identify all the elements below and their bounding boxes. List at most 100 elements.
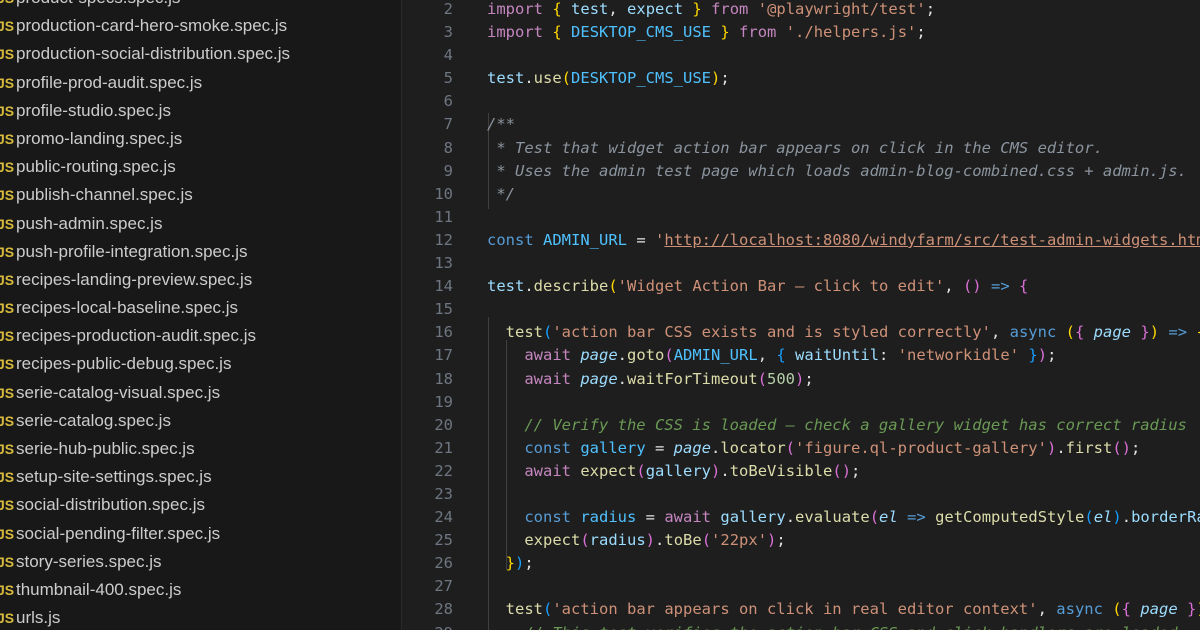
code-line[interactable]: 12 const ADMIN_URL = 'http://localhost:80… — [402, 229, 1200, 252]
file-item[interactable]: JSpromo-landing.spec.js — [0, 125, 401, 153]
file-item[interactable]: JSpublish-channel.spec.js — [0, 181, 401, 209]
code-token: const — [524, 438, 571, 457]
file-item[interactable]: JSsocial-pending-filter.spec.js — [0, 520, 401, 548]
code-line[interactable]: 5 test.use(DESKTOP_CMS_USE); — [402, 67, 1200, 90]
line-text: * Test that widget action bar appears on… — [487, 137, 1103, 160]
file-name: recipes-local-baseline.spec.js — [16, 298, 239, 318]
code-line[interactable]: 11 — [402, 206, 1200, 229]
code-token: = — [627, 230, 656, 249]
line-number: 11 — [434, 207, 453, 226]
file-item[interactable]: JSurls.js — [0, 604, 401, 630]
file-name: profile-studio.spec.js — [16, 100, 171, 120]
code-line[interactable]: 20 // Verify the CSS is loaded — check a… — [402, 414, 1200, 437]
code-token: test — [571, 0, 609, 18]
file-item[interactable]: JSrecipes-public-debug.spec.js — [0, 350, 401, 378]
code-token: . — [1056, 438, 1066, 457]
code-line[interactable]: 25 expect(radius).toBe('22px'); — [402, 529, 1200, 552]
code-token: . — [524, 69, 534, 88]
code-line[interactable]: 2 import { test, expect } from '@playwrig… — [402, 0, 1200, 21]
code-line[interactable]: 9 * Uses the admin test page which loads… — [402, 160, 1200, 183]
code-line[interactable]: 13 — [402, 252, 1200, 275]
code-token: async — [1056, 600, 1103, 619]
code-line[interactable]: 21 const gallery = page.locator('figure.… — [402, 437, 1200, 460]
code-token: await — [524, 346, 571, 365]
code-line[interactable]: 22 await expect(gallery).toBeVisible(); — [402, 460, 1200, 483]
code-token: toBeVisible — [729, 461, 833, 480]
code-token: 'Widget Action Bar — click to edit' — [617, 277, 945, 296]
code-token: 'figure.ql-product-gallery' — [795, 438, 1047, 457]
js-file-icon: JS — [0, 0, 14, 12]
code-line[interactable]: 27 — [402, 575, 1200, 598]
code-line[interactable]: 18 await page.waitForTimeout(500); — [402, 368, 1200, 391]
line-number: 2 — [443, 0, 453, 18]
code-token: () — [962, 277, 982, 296]
code-line[interactable]: 15 — [402, 298, 1200, 321]
file-name: serie-catalog-visual.spec.js — [16, 382, 221, 402]
file-item[interactable]: JSpush-profile-integration.spec.js — [0, 238, 401, 266]
code-line[interactable]: 14 test.describe('Widget Action Bar — cli… — [402, 275, 1200, 298]
code-line[interactable]: 24 const radius = await gallery.evaluate… — [402, 506, 1200, 529]
file-item[interactable]: JSprofile-prod-audit.spec.js — [0, 69, 401, 97]
code-token: ; — [524, 554, 534, 573]
code-line[interactable]: 3 import { DESKTOP_CMS_USE } from './help… — [402, 21, 1200, 44]
line-text: */ — [487, 183, 515, 206]
file-item[interactable]: JSrecipes-landing-preview.spec.js — [0, 266, 401, 294]
file-item[interactable]: JSserie-catalog.spec.js — [0, 407, 401, 435]
code-token: import — [487, 23, 543, 42]
code-token: ) — [767, 531, 777, 550]
code-token: ADMIN_URL — [543, 230, 628, 249]
file-item[interactable]: JSsocial-distribution.spec.js — [0, 491, 401, 519]
code-token: ADMIN_URL — [673, 346, 758, 365]
code-line[interactable]: 23 — [402, 483, 1200, 506]
code-line[interactable]: 16 test('action bar CSS exists and is st… — [402, 321, 1200, 344]
code-token: ; — [916, 23, 926, 42]
line-number: 18 — [434, 369, 453, 388]
code-line[interactable]: 10 */ — [402, 183, 1200, 206]
code-line[interactable]: 4 — [402, 44, 1200, 67]
file-item[interactable]: JSproduction-card-hero-smoke.spec.js — [0, 12, 401, 40]
code-token: 'action bar CSS exists and is styled cor… — [552, 323, 991, 342]
file-item[interactable]: JSsetup-site-settings.spec.js — [0, 463, 401, 491]
line-text: await page.waitForTimeout(500); — [487, 368, 813, 391]
code-editor[interactable]: 2 import { test, expect } from '@playwrig… — [402, 0, 1200, 630]
code-token: page — [580, 346, 618, 365]
file-item[interactable]: JSserie-catalog-visual.spec.js — [0, 379, 401, 407]
code-token: ( — [1112, 600, 1122, 619]
code-line[interactable]: 26 }); — [402, 552, 1200, 575]
file-item[interactable]: JSprofile-studio.spec.js — [0, 97, 401, 125]
code-line[interactable]: 7 /** — [402, 113, 1200, 136]
file-item[interactable]: JSstory-series.spec.js — [0, 548, 401, 576]
file-item[interactable]: JSthumbnail-400.spec.js — [0, 576, 401, 604]
code-token: , — [608, 0, 628, 18]
code-line[interactable]: 6 — [402, 90, 1200, 113]
code-token: ) — [1196, 600, 1200, 618]
code-line[interactable]: 8 * Test that widget action bar appears … — [402, 137, 1200, 160]
file-item[interactable]: JSproduction-social-distribution.spec.js — [0, 40, 401, 68]
file-item[interactable]: JSserie-hub-public.spec.js — [0, 435, 401, 463]
code-line[interactable]: 17 await page.goto(ADMIN_URL, { waitUnti… — [402, 344, 1200, 367]
code-token: } — [692, 0, 702, 18]
js-file-icon: JS — [0, 300, 15, 317]
code-token: ) — [1046, 438, 1057, 457]
code-line[interactable]: 28 test('action bar appears on click in … — [402, 598, 1200, 621]
code-token: expect — [627, 0, 684, 18]
file-item[interactable]: JSproduct-specs.spec.js — [0, 0, 401, 12]
code-line[interactable]: 19 — [402, 391, 1200, 414]
line-number: 7 — [443, 115, 453, 134]
file-item[interactable]: JSrecipes-local-baseline.spec.js — [0, 294, 401, 322]
file-item[interactable]: JSpush-admin.spec.js — [0, 210, 401, 238]
file-item[interactable]: JSrecipes-production-audit.spec.js — [0, 322, 401, 350]
line-text: test('action bar appears on click in rea… — [487, 598, 1200, 621]
file-item[interactable]: JSpublic-routing.spec.js — [0, 153, 401, 181]
file-name: production-social-distribution.spec.js — [16, 44, 291, 64]
code-line[interactable]: 29 // This test verifies the action bar … — [402, 622, 1200, 630]
code-token: borderRadius — [1131, 508, 1200, 527]
code-token: . — [720, 461, 730, 480]
